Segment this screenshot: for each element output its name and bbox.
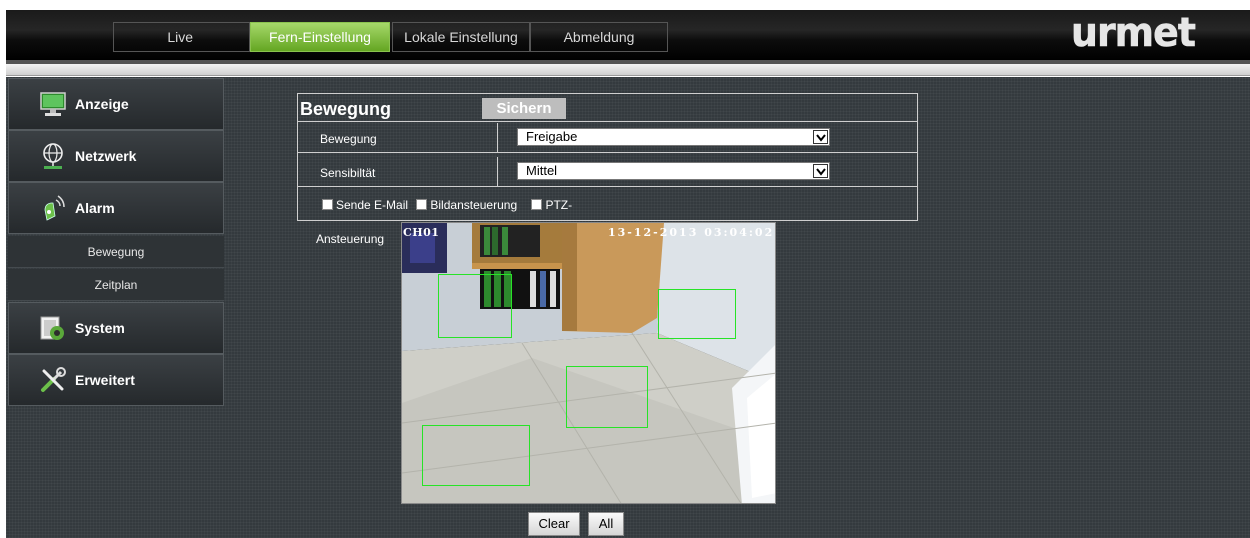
sidebar-subitem-bewegung[interactable]: Bewegung: [8, 236, 224, 268]
sidebar-item-label: Anzeige: [75, 96, 129, 112]
camera-preview[interactable]: CH01 13-12-2013 03:04:02: [401, 222, 776, 504]
save-button[interactable]: Sichern: [482, 98, 566, 119]
image-trigger-checkbox[interactable]: [416, 199, 428, 210]
sidebar-item-alarm[interactable]: Alarm: [8, 182, 224, 234]
sensitivity-select-value: Mittel: [526, 163, 558, 178]
camera-timestamp: 13-12-2013 03:04:02: [608, 226, 775, 239]
chevron-down-icon[interactable]: [813, 130, 828, 144]
monitor-icon: [39, 90, 67, 118]
tab-logout[interactable]: Abmeldung: [530, 22, 668, 52]
motion-select-value: Freigabe: [526, 129, 578, 144]
motion-row: Bewegung Freigabe: [298, 123, 917, 153]
all-button[interactable]: All: [588, 512, 624, 536]
row-divider: [497, 123, 498, 152]
svg-text:urmet: urmet: [1071, 10, 1196, 54]
motion-zone[interactable]: [438, 274, 512, 338]
tools-icon: [39, 366, 67, 394]
row-divider: [497, 157, 498, 186]
motion-zone[interactable]: [566, 366, 648, 428]
toolbar-strip: [6, 64, 1250, 76]
sidebar: Anzeige Netzwerk Alarm Bewegung Zeitplan…: [8, 78, 224, 408]
motion-label: Bewegung: [320, 132, 377, 146]
tab-local-settings[interactable]: Lokale Einstellung: [392, 22, 530, 52]
app-window: Live Fern-Einstellung Lokale Einstellung…: [0, 0, 1250, 538]
send-email-checkbox[interactable]: [322, 199, 333, 210]
sidebar-item-system[interactable]: System: [8, 302, 224, 354]
sidebar-item-label: Erweitert: [75, 372, 135, 388]
sidebar-item-label: Netzwerk: [75, 148, 137, 164]
brand-logo: urmet: [1069, 8, 1199, 57]
ptz-label: PTZ-: [545, 198, 573, 212]
action-checkboxes: Sende E-Mail Bildansteuerung PTZ-: [322, 198, 577, 214]
sensitivity-select[interactable]: Mittel: [517, 162, 830, 180]
chevron-down-icon[interactable]: [813, 164, 828, 178]
sensitivity-label: Sensibiltät: [320, 166, 376, 180]
sidebar-item-netzwerk[interactable]: Netzwerk: [8, 130, 224, 182]
ptz-checkbox[interactable]: [531, 199, 543, 210]
image-trigger-label: Bildansteuerung: [430, 198, 518, 212]
sidebar-item-label: System: [75, 320, 125, 336]
sensitivity-row: Sensibiltät Mittel: [298, 157, 917, 187]
alarm-icon: [39, 194, 67, 222]
motion-zone[interactable]: [422, 425, 530, 486]
sidebar-item-anzeige[interactable]: Anzeige: [8, 78, 224, 130]
area-label: Ansteuerung: [316, 232, 385, 246]
panel-title: Bewegung: [300, 99, 392, 119]
sidebar-subitem-zeitplan[interactable]: Zeitplan: [8, 269, 224, 301]
motion-select[interactable]: Freigabe: [517, 128, 830, 146]
send-email-label: Sende E-Mail: [336, 198, 409, 212]
motion-settings-panel: Bewegung Sichern Bewegung Freigabe Sensi…: [297, 93, 918, 221]
camera-channel-label: CH01: [403, 226, 440, 239]
sidebar-item-label: Alarm: [75, 200, 115, 216]
network-icon: [39, 142, 67, 170]
motion-zone[interactable]: [658, 289, 736, 339]
panel-header: Bewegung Sichern: [298, 94, 917, 122]
tab-remote-settings[interactable]: Fern-Einstellung: [250, 22, 390, 52]
clear-button[interactable]: Clear: [528, 512, 580, 536]
system-icon: [39, 314, 67, 342]
sidebar-item-erweitert[interactable]: Erweitert: [8, 354, 224, 406]
tab-live[interactable]: Live: [113, 22, 250, 52]
